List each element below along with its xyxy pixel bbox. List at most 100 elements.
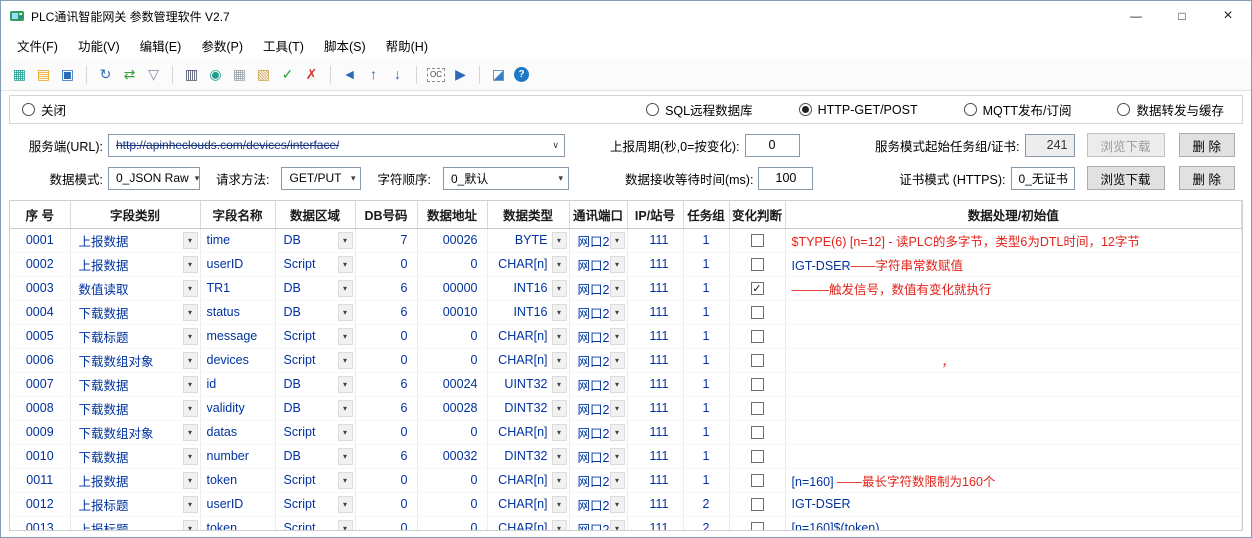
dropdown-arrow-icon[interactable]: ▾ xyxy=(338,472,353,489)
data-process-cell[interactable]: IGT-DSER——字符串常数赋值 xyxy=(785,252,1242,276)
cancel-x-icon[interactable]: ✗ xyxy=(303,66,320,83)
data-address-cell[interactable]: 00000 xyxy=(417,276,487,300)
db-number-cell[interactable]: 6 xyxy=(355,444,417,468)
dropdown-arrow-icon[interactable]: ▾ xyxy=(552,424,567,441)
field-name-cell[interactable]: status xyxy=(200,300,275,324)
task-group-cell[interactable]: 1 xyxy=(683,444,729,468)
receive-wait-input[interactable]: 100 xyxy=(758,167,813,190)
refresh-icon[interactable]: ↻ xyxy=(97,66,114,83)
dropdown-arrow-icon[interactable]: ▾ xyxy=(610,520,625,532)
ip-station-cell[interactable]: 111 xyxy=(627,348,683,372)
ip-station-cell[interactable]: 111 xyxy=(627,300,683,324)
comm-port-select[interactable]: 网口2▾ xyxy=(569,324,627,348)
comm-port-select[interactable]: 网口2▾ xyxy=(569,396,627,420)
connect-icon[interactable]: ▦ xyxy=(11,66,28,83)
data-type-select[interactable]: INT16▾ xyxy=(487,300,569,324)
column-header[interactable]: 数据处理/初始值 xyxy=(785,201,1242,228)
table-row[interactable]: 0011上报数据▾tokenScript▾00CHAR[n]▾网口2▾1111[… xyxy=(10,468,1242,492)
column-header[interactable]: 数据类型 xyxy=(487,201,569,228)
table-row[interactable]: 0002上报数据▾userIDScript▾00CHAR[n]▾网口2▾1111… xyxy=(10,252,1242,276)
data-type-select[interactable]: CHAR[n]▾ xyxy=(487,516,569,531)
db-number-cell[interactable]: 0 xyxy=(355,516,417,531)
ocr-icon[interactable]: OC xyxy=(427,68,445,82)
dropdown-arrow-icon[interactable]: ▾ xyxy=(610,424,625,441)
data-region-select[interactable]: Script▾ xyxy=(275,468,355,492)
field-name-cell[interactable]: validity xyxy=(200,396,275,420)
comm-port-select[interactable]: 网口2▾ xyxy=(569,468,627,492)
field-name-cell[interactable]: message xyxy=(200,324,275,348)
task-group-cell[interactable]: 1 xyxy=(683,228,729,252)
data-type-select[interactable]: CHAR[n]▾ xyxy=(487,468,569,492)
dropdown-arrow-icon[interactable]: ▾ xyxy=(610,328,625,345)
menu-item-4[interactable]: 工具(T) xyxy=(253,32,314,59)
dropdown-arrow-icon[interactable]: ▾ xyxy=(552,304,567,321)
dropdown-arrow-icon[interactable]: ▾ xyxy=(552,256,567,273)
dropdown-arrow-icon[interactable]: ▾ xyxy=(338,520,353,532)
dropdown-arrow-icon[interactable]: ▾ xyxy=(610,496,625,513)
change-checkbox[interactable]: ✓ xyxy=(751,282,764,295)
field-category-select[interactable]: 上报数据▾ xyxy=(70,468,200,492)
mode-radio-mqtt-pub-sub[interactable]: MQTT发布/订阅 xyxy=(964,100,1072,119)
comm-port-select[interactable]: 网口2▾ xyxy=(569,300,627,324)
ip-station-cell[interactable]: 111 xyxy=(627,276,683,300)
data-process-cell[interactable]: IGT-DSER xyxy=(785,492,1242,516)
delete-button-top[interactable]: 删 除 xyxy=(1179,133,1235,157)
report-period-input[interactable]: 0 xyxy=(745,134,800,157)
dropdown-arrow-icon[interactable]: ▾ xyxy=(183,232,198,249)
db-number-cell[interactable]: 0 xyxy=(355,252,417,276)
open-folder-icon[interactable]: ▤ xyxy=(35,66,52,83)
mode-radio-close[interactable]: 关闭 xyxy=(22,100,66,119)
cert-mode-select[interactable]: 0_无证书 ▾ xyxy=(1011,167,1075,190)
data-region-select[interactable]: Script▾ xyxy=(275,420,355,444)
ip-station-cell[interactable]: 111 xyxy=(627,324,683,348)
table-row[interactable]: 0008下载数据▾validityDB▾600028DINT32▾网口2▾111… xyxy=(10,396,1242,420)
data-address-cell[interactable]: 00026 xyxy=(417,228,487,252)
db-number-cell[interactable]: 0 xyxy=(355,492,417,516)
field-category-select[interactable]: 下载数据▾ xyxy=(70,300,200,324)
data-process-cell[interactable] xyxy=(785,396,1242,420)
save-icon[interactable]: ▣ xyxy=(59,66,76,83)
ip-station-cell[interactable]: 111 xyxy=(627,252,683,276)
task-group-cell[interactable]: 1 xyxy=(683,468,729,492)
task-group-cell[interactable]: 1 xyxy=(683,300,729,324)
grid-icon[interactable]: ▦ xyxy=(231,66,248,83)
change-checkbox[interactable] xyxy=(751,522,764,531)
dropdown-arrow-icon[interactable]: ▾ xyxy=(338,352,353,369)
db-number-cell[interactable]: 6 xyxy=(355,276,417,300)
field-category-select[interactable]: 上报标题▾ xyxy=(70,492,200,516)
dropdown-arrow-icon[interactable]: ▾ xyxy=(183,496,198,513)
comm-port-select[interactable]: 网口2▾ xyxy=(569,420,627,444)
dropdown-arrow-icon[interactable]: ▾ xyxy=(338,304,353,321)
task-group-cell[interactable]: 1 xyxy=(683,420,729,444)
request-method-select[interactable]: GET/PUT ▾ xyxy=(281,167,361,190)
data-region-select[interactable]: Script▾ xyxy=(275,252,355,276)
dropdown-arrow-icon[interactable]: ▾ xyxy=(610,352,625,369)
task-group-cell[interactable]: 2 xyxy=(683,492,729,516)
task-group-cell[interactable]: 2 xyxy=(683,516,729,531)
maximize-button[interactable]: □ xyxy=(1159,1,1205,31)
export-icon[interactable]: ▧ xyxy=(255,66,272,83)
db-number-cell[interactable]: 6 xyxy=(355,300,417,324)
change-checkbox[interactable] xyxy=(751,474,764,487)
dropdown-arrow-icon[interactable]: ▾ xyxy=(610,472,625,489)
dropdown-arrow-icon[interactable]: ▾ xyxy=(183,448,198,465)
data-address-cell[interactable]: 0 xyxy=(417,420,487,444)
field-name-cell[interactable]: devices xyxy=(200,348,275,372)
table-row[interactable]: 0010下载数据▾numberDB▾600032DINT32▾网口2▾1111 xyxy=(10,444,1242,468)
dropdown-arrow-icon[interactable]: ▾ xyxy=(610,400,625,417)
data-type-select[interactable]: CHAR[n]▾ xyxy=(487,348,569,372)
menu-item-3[interactable]: 参数(P) xyxy=(191,32,253,59)
dropdown-arrow-icon[interactable]: ▾ xyxy=(552,400,567,417)
field-category-select[interactable]: 上报数据▾ xyxy=(70,228,200,252)
field-name-cell[interactable]: id xyxy=(200,372,275,396)
transfer-icon[interactable]: ⇄ xyxy=(121,66,138,83)
table-row[interactable]: 0005下载标题▾messageScript▾00CHAR[n]▾网口2▾111… xyxy=(10,324,1242,348)
task-group-cell[interactable]: 1 xyxy=(683,372,729,396)
field-name-cell[interactable]: datas xyxy=(200,420,275,444)
field-category-select[interactable]: 下载数据▾ xyxy=(70,372,200,396)
data-region-select[interactable]: DB▾ xyxy=(275,396,355,420)
dropdown-arrow-icon[interactable]: ▾ xyxy=(183,400,198,417)
data-type-select[interactable]: INT16▾ xyxy=(487,276,569,300)
help-icon[interactable]: ? xyxy=(514,67,529,82)
field-category-select[interactable]: 下载数组对象▾ xyxy=(70,420,200,444)
